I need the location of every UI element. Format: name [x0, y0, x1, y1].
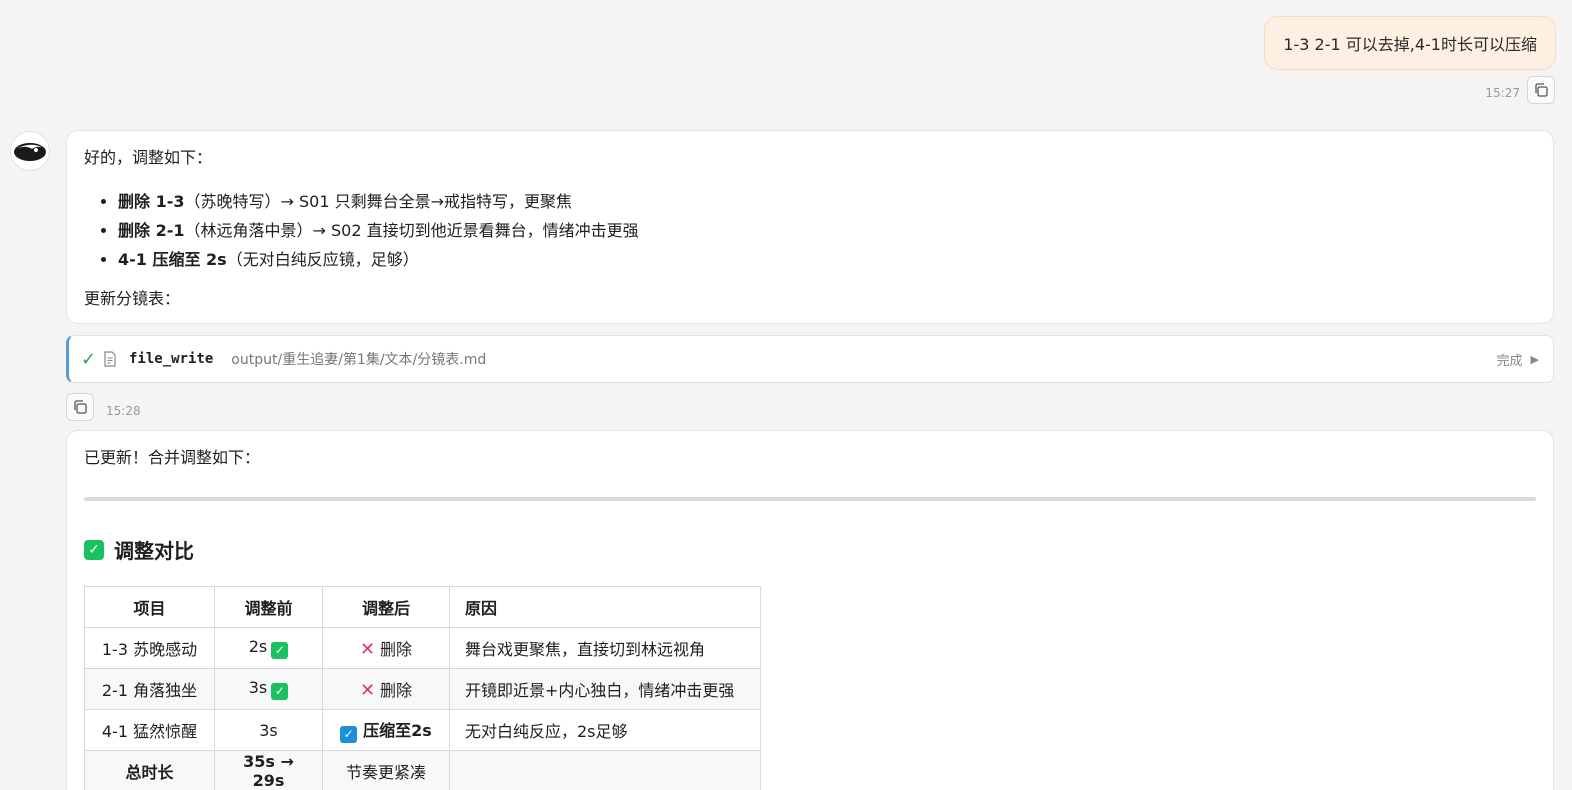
- table-cell: 无对白纯反应，2s足够: [449, 709, 761, 751]
- column-header: 原因: [449, 586, 761, 628]
- message-outro: 更新分镜表：: [84, 289, 181, 308]
- cross-icon: ✕: [359, 639, 376, 660]
- tool-name: file_write: [129, 351, 214, 367]
- logo-icon: [14, 143, 46, 161]
- section-heading: ✓ 调整对比: [84, 535, 1536, 564]
- column-header: 调整后: [322, 586, 450, 628]
- table-cell: 3s: [214, 709, 323, 751]
- table-header-row: 项目 调整前 调整后 原因: [84, 586, 761, 628]
- assistant-avatar: [10, 131, 50, 171]
- table-cell: 1-3 苏晚感动: [84, 627, 215, 669]
- table-cell: 3s ✓: [214, 668, 323, 710]
- list-item: 4-1 压缩至 2s（无对白纯反应镜，足够）: [118, 245, 1536, 274]
- column-header: 项目: [84, 586, 215, 628]
- comparison-table: 项目 调整前 调整后 原因 1-3 苏晚感动 2s ✓ ✕ 删除 舞台戏更聚焦，直接…: [84, 586, 761, 790]
- assistant-message-2: 已更新！合并调整如下： ✓ 调整对比 项目 调整前 调整后 原因 1-3 苏晚感…: [66, 430, 1554, 790]
- table-cell: [449, 750, 761, 790]
- user-message-text: 1-3 2-1 可以去掉,4-1时长可以压缩: [1283, 35, 1537, 54]
- list-item: 删除 1-3（苏晚特写）→ S01 只剩舞台全景→戒指特写，更聚焦: [118, 187, 1536, 216]
- table-cell: 节奏更紧凑: [322, 750, 450, 790]
- table-cell: 总时长: [84, 750, 215, 790]
- table-row: 2-1 角落独坐 3s ✓ ✕ 删除 开镜即近景+内心独白，情绪冲击更强: [84, 668, 761, 710]
- table-cell: 4-1 猛然惊醒: [84, 709, 215, 751]
- tool-call-row[interactable]: ✓ file_write output/重生追妻/第1集/文本/分镜表.md 完…: [66, 335, 1554, 383]
- change-list: 删除 1-3（苏晚特写）→ S01 只剩舞台全景→戒指特写，更聚焦 删除 2-1…: [118, 187, 1536, 274]
- copy-icon: [1535, 83, 1548, 97]
- copy-assistant-message-button[interactable]: [66, 393, 94, 421]
- checkbox-icon: ✓: [271, 682, 289, 700]
- table-row: 4-1 猛然惊醒 3s ✓ 压缩至2s 无对白纯反应，2s足够: [84, 709, 761, 751]
- play-icon[interactable]: ▶: [1531, 353, 1539, 366]
- user-message-time: 15:27: [1485, 86, 1520, 100]
- list-item: 删除 2-1（林远角落中景）→ S02 直接切到他近景看舞台，情绪冲击更强: [118, 216, 1536, 245]
- divider: [84, 497, 1536, 501]
- message-intro: 好的，调整如下：: [84, 148, 213, 167]
- table-cell: 35s → 29s: [214, 750, 323, 790]
- table-cell: 2s ✓: [214, 627, 323, 669]
- message-intro: 已更新！合并调整如下：: [84, 448, 261, 467]
- tool-call-time: 15:28: [106, 404, 141, 418]
- checkbox-icon: ✓: [84, 539, 104, 560]
- column-header: 调整前: [214, 586, 323, 628]
- copy-user-message-button[interactable]: [1527, 76, 1555, 104]
- copy-icon: [74, 400, 87, 414]
- table-cell: ✓ 压缩至2s: [322, 709, 450, 751]
- user-message-bubble: 1-3 2-1 可以去掉,4-1时长可以压缩: [1264, 16, 1556, 70]
- table-cell: ✕ 删除: [322, 627, 450, 669]
- check-icon: ✓: [81, 348, 97, 370]
- table-cell: ✕ 删除: [322, 668, 450, 710]
- table-cell: 舞台戏更聚焦，直接切到林远视角: [449, 627, 761, 669]
- tool-path: output/重生追妻/第1集/文本/分镜表.md: [231, 352, 487, 368]
- table-row: 总时长 35s → 29s 节奏更紧凑: [84, 750, 761, 790]
- tool-status: 完成: [1496, 353, 1523, 369]
- assistant-message-1: 好的，调整如下： 删除 1-3（苏晚特写）→ S01 只剩舞台全景→戒指特写，更…: [66, 130, 1554, 324]
- cross-icon: ✕: [359, 680, 376, 701]
- file-icon: [103, 351, 129, 367]
- checkbox-icon: ✓: [271, 641, 289, 659]
- table-cell: 2-1 角落独坐: [84, 668, 215, 710]
- table-row: 1-3 苏晚感动 2s ✓ ✕ 删除 舞台戏更聚焦，直接切到林远视角: [84, 627, 761, 669]
- checkbox-icon: ✓: [340, 725, 358, 743]
- table-cell: 开镜即近景+内心独白，情绪冲击更强: [449, 668, 761, 710]
